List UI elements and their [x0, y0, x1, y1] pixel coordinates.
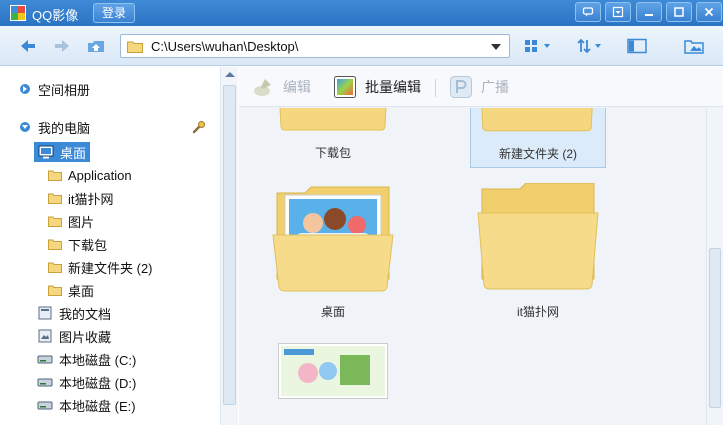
forward-arrow-icon[interactable] — [52, 36, 72, 56]
collapse-arrow-icon[interactable] — [20, 122, 30, 132]
thumbnail-grid: 下载包 新建文件夹 (2) 桌面 it猫扑网 — [239, 108, 706, 425]
sidebar-item-application[interactable]: Application — [48, 164, 132, 186]
folder-browse-icon[interactable] — [684, 36, 706, 56]
folder-icon — [48, 216, 62, 227]
edit-button[interactable]: 编辑 — [251, 75, 311, 99]
sidebar-item-pictures[interactable]: 图片 — [48, 210, 94, 232]
tile-downloads[interactable]: 下载包 — [265, 108, 401, 168]
disk-drive-icon — [37, 355, 53, 364]
title-bar: QQ影像 登录 — [0, 0, 723, 26]
maximize-icon[interactable] — [666, 2, 692, 22]
menu-icon[interactable] — [605, 2, 631, 22]
sidebar-item-my-documents[interactable]: 我的文档 — [37, 302, 111, 324]
app-title: QQ影像 — [32, 8, 79, 23]
folder-icon — [279, 108, 387, 131]
disk-drive-icon — [37, 401, 53, 410]
sidebar-item-itmop[interactable]: it猫扑网 — [48, 187, 114, 209]
app-logo-icon — [10, 5, 26, 21]
sidebar: 空间相册 我的电脑 桌面 Application it猫扑网 图片 下载包 新建… — [0, 67, 238, 425]
feedback-icon[interactable] — [575, 2, 601, 22]
scroll-up-icon[interactable] — [225, 72, 235, 77]
image-thumbnail — [278, 343, 388, 399]
picture-collection-icon — [38, 329, 52, 343]
main-scroll-thumb[interactable] — [709, 248, 721, 408]
navigation-toolbar: C:\Users\wuhan\Desktop\ — [0, 26, 723, 66]
action-separator — [435, 79, 436, 97]
sidebar-item-qzone-album[interactable]: 空间相册 — [20, 78, 90, 100]
sidebar-item-downloads[interactable]: 下载包 — [48, 233, 107, 255]
sidebar-item-disk-d[interactable]: 本地磁盘 (D:) — [37, 371, 136, 393]
settings-wrench-icon[interactable] — [192, 116, 206, 138]
sidebar-scrollbar[interactable] — [220, 67, 238, 425]
folder-icon — [477, 183, 599, 290]
broadcast-button[interactable]: 广播 — [449, 75, 509, 99]
sort-icon[interactable] — [577, 36, 607, 56]
tile-desktop[interactable]: 桌面 — [265, 183, 401, 319]
expand-arrow-icon[interactable] — [20, 84, 30, 94]
folder-icon — [48, 170, 62, 181]
folder-icon — [48, 193, 62, 204]
action-bar: 编辑 批量编辑 广播 — [239, 67, 723, 107]
folder-with-picture-icon — [272, 186, 394, 292]
edit-icon — [254, 79, 271, 96]
batch-edit-button[interactable]: 批量编辑 — [333, 75, 421, 99]
disk-drive-icon — [37, 378, 53, 387]
tile-itmop[interactable]: it猫扑网 — [470, 183, 606, 319]
sidebar-scroll-thumb[interactable] — [223, 85, 236, 405]
sidebar-item-desktop-selected[interactable]: 桌面 — [34, 141, 91, 163]
close-icon[interactable] — [696, 2, 722, 22]
monitor-icon — [38, 145, 54, 159]
grid-view-icon[interactable] — [524, 36, 554, 56]
main-panel: 编辑 批量编辑 广播 下载包 新建文件夹 (2) 桌面 it猫扑网 — [239, 67, 723, 425]
sidebar-item-new-folder-2[interactable]: 新建文件夹 (2) — [48, 256, 153, 278]
folder-icon — [48, 239, 62, 250]
folder-icon — [127, 41, 143, 53]
tile-image[interactable] — [265, 343, 401, 423]
address-dropdown-icon[interactable] — [491, 44, 501, 50]
up-folder-icon[interactable] — [86, 36, 106, 56]
address-text: C:\Users\wuhan\Desktop\ — [151, 39, 299, 54]
broadcast-icon — [450, 76, 472, 98]
tile-new-folder-2[interactable]: 新建文件夹 (2) — [470, 108, 606, 168]
folder-icon — [481, 108, 593, 132]
address-bar[interactable]: C:\Users\wuhan\Desktop\ — [120, 34, 510, 58]
documents-icon — [38, 306, 52, 320]
sidebar-item-desktop-folder[interactable]: 桌面 — [48, 279, 94, 301]
back-arrow-icon[interactable] — [18, 36, 38, 56]
sidebar-item-my-computer[interactable]: 我的电脑 — [20, 116, 90, 138]
sidebar-item-disk-e[interactable]: 本地磁盘 (E:) — [37, 394, 136, 416]
login-button[interactable]: 登录 — [93, 3, 135, 23]
preview-pane-icon[interactable] — [627, 36, 647, 56]
minimize-icon[interactable] — [636, 2, 662, 22]
folder-icon — [48, 285, 62, 296]
sidebar-item-disk-c[interactable]: 本地磁盘 (C:) — [37, 348, 136, 370]
folder-icon — [48, 262, 62, 273]
sidebar-item-picture-collection[interactable]: 图片收藏 — [37, 325, 111, 347]
batch-edit-icon — [334, 76, 356, 98]
main-scrollbar[interactable] — [706, 108, 723, 425]
